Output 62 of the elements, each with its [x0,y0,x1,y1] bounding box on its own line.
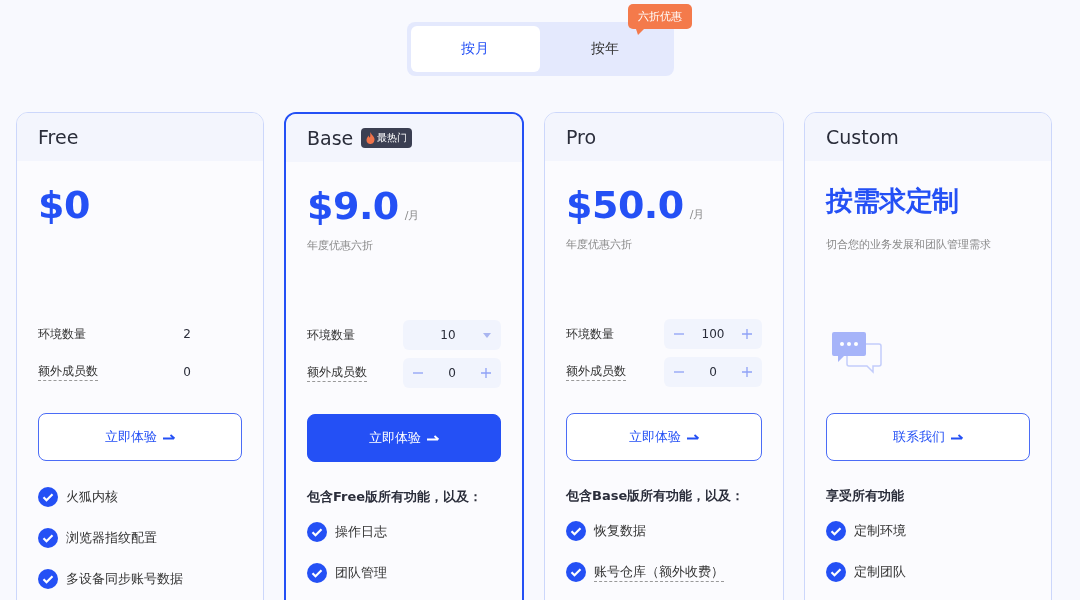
plan-price: $9.0 [307,184,399,228]
feature-text: 火狐内核 [66,488,118,506]
feature-text: 定制团队 [854,563,906,581]
plus-icon[interactable] [742,329,752,339]
flame-icon [366,132,376,144]
arrow-icon [426,434,440,442]
feature-text: 定制环境 [854,522,906,540]
number-stepper[interactable]: 100 [664,319,762,349]
features-heading: 享受所有功能 [826,487,905,505]
check-circle-icon [307,522,327,542]
feature-text: 团队管理 [335,564,387,582]
plus-icon[interactable] [742,367,752,377]
billing-tab[interactable]: 按月 [410,26,540,72]
param-value: 2 [182,327,192,341]
chat-bubbles-icon [832,331,882,375]
arrow-icon [950,433,964,441]
features-heading: 包含Free版所有功能，以及： [307,488,484,506]
param-label: 环境数量 [566,325,614,343]
plan-price: $0 [38,183,90,227]
plan-subtitle: 切合您的业务发展和团队管理需求 [826,237,992,252]
param-label: 额外成员数 [307,364,367,382]
check-circle-icon [566,521,586,541]
features-heading: 包含Base版所有功能，以及： [566,487,746,505]
number-stepper[interactable]: 0 [403,358,501,388]
feature-text: 恢复数据 [594,522,646,540]
param-label: 环境数量 [307,326,355,344]
check-circle-icon [826,521,846,541]
arrow-icon [162,433,176,441]
plan-name: Custom [826,126,899,148]
plan-subtitle: 年度优惠六折 [307,238,374,253]
feature-text: 多设备同步账号数据 [66,570,183,588]
try-button[interactable]: 立即体验 [307,414,501,462]
check-circle-icon [826,562,846,582]
param-value: 0 [182,365,192,379]
tag-text: 最热门 [377,131,408,145]
plan-price: $50.0 [566,183,684,227]
plan-price: 按需求定制 [826,184,959,218]
plus-icon[interactable] [481,368,491,378]
check-circle-icon [38,487,58,507]
price-unit: /月 [689,207,705,222]
try-button[interactable]: 立即体验 [38,413,242,461]
plan-subtitle: 年度优惠六折 [566,237,633,252]
count-select[interactable]: 10 [403,320,501,350]
feature-text: 账号仓库（额外收费） [594,562,724,582]
try-button[interactable]: 联系我们 [826,413,1030,461]
arrow-icon [686,433,700,441]
plan-name: Free [38,126,79,148]
param-label: 额外成员数 [566,363,626,381]
caret-down-icon[interactable] [483,332,491,338]
plan-name: Pro [566,126,597,148]
feature-text: 浏览器指纹配置 [66,529,157,547]
param-label: 环境数量 [38,325,86,343]
price-unit: /月 [404,208,420,223]
check-circle-icon [38,569,58,589]
number-stepper[interactable]: 0 [664,357,762,387]
feature-text: 操作日志 [335,523,387,541]
try-button[interactable]: 立即体验 [566,413,762,461]
check-circle-icon [566,562,586,582]
check-circle-icon [38,528,58,548]
check-circle-icon [307,563,327,583]
param-label: 额外成员数 [38,363,98,381]
plan-name: Base [307,127,354,149]
